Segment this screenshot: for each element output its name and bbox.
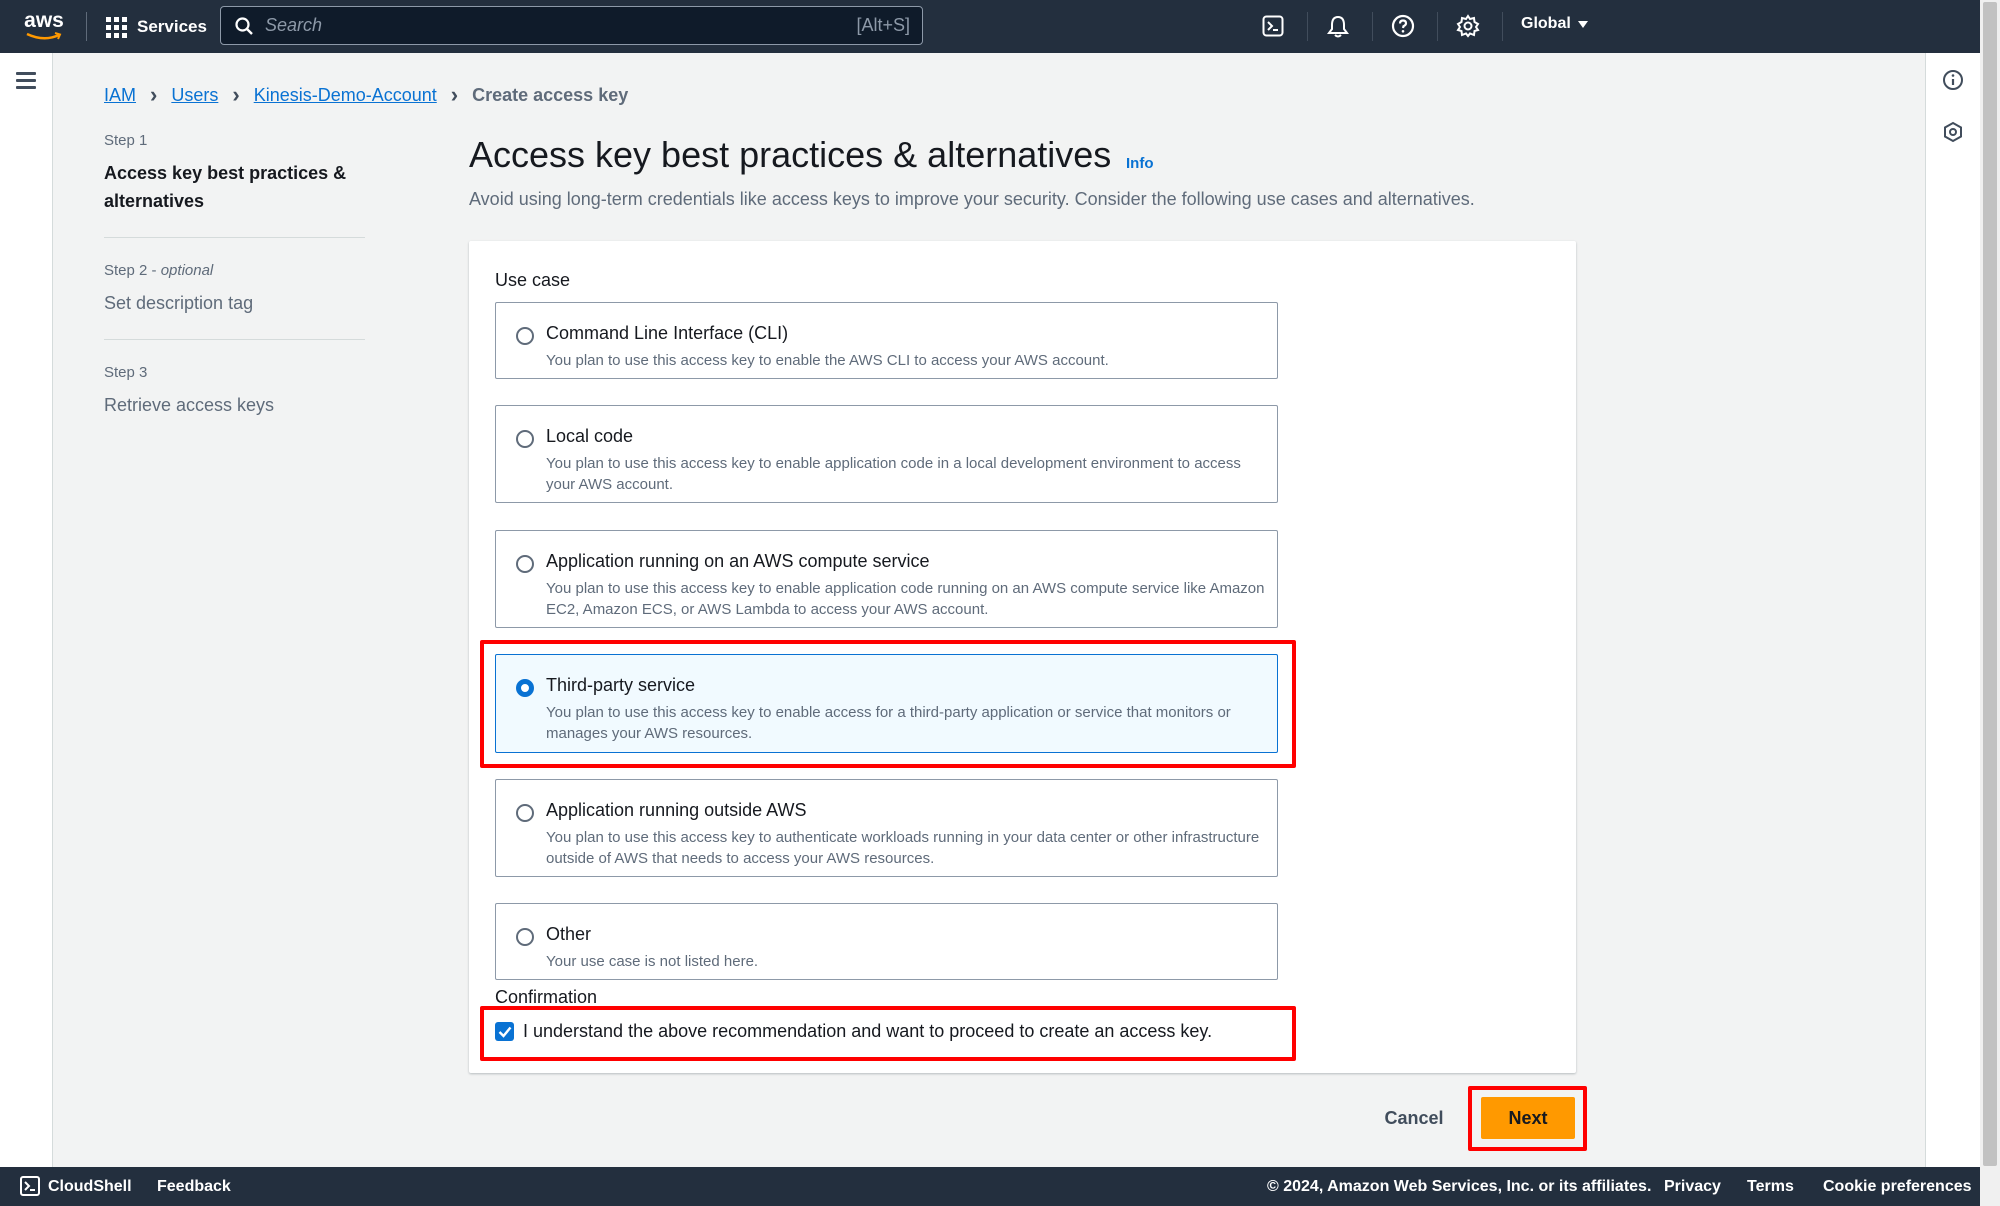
info-link[interactable]: Info: [1126, 155, 1154, 172]
cookie-preferences-link[interactable]: Cookie preferences: [1823, 1178, 1972, 1196]
use-case-option-aws-compute[interactable]: Application running on an AWS compute se…: [495, 530, 1278, 628]
option-title: Local code: [546, 426, 634, 446]
nav-divider: [86, 12, 87, 41]
privacy-link[interactable]: Privacy: [1664, 1178, 1721, 1196]
scrollbar-thumb[interactable]: [1983, 2, 1997, 1166]
aws-smile-icon: [26, 32, 62, 40]
feedback-link[interactable]: Feedback: [157, 1178, 231, 1196]
cloudshell-link[interactable]: CloudShell: [48, 1178, 132, 1196]
option-description: You plan to use this access key to authe…: [546, 829, 1260, 867]
help-icon[interactable]: [1389, 12, 1417, 40]
option-description: Your use case is not listed here.: [546, 953, 759, 970]
use-case-label: Use case: [495, 270, 571, 290]
left-navigation-rail: [0, 53, 53, 1167]
use-case-option-other[interactable]: Other Your use case is not listed here.: [495, 903, 1278, 980]
bell-icon[interactable]: [1324, 12, 1352, 40]
scrollbar[interactable]: [1980, 0, 2000, 1206]
option-title: Other: [546, 924, 592, 944]
option-description: You plan to use this access key to enabl…: [546, 455, 1241, 493]
confirmation-label: Confirmation: [495, 987, 598, 1007]
cancel-button[interactable]: Cancel: [1370, 1104, 1458, 1132]
use-case-option-local-code[interactable]: Local code You plan to use this access k…: [495, 405, 1278, 503]
copyright-text: © 2024, Amazon Web Services, Inc. or its…: [1267, 1178, 1652, 1195]
services-label: Services: [137, 17, 207, 36]
nav-divider: [1307, 12, 1308, 41]
step-label: Step 2 - optional: [104, 262, 214, 279]
hexagon-settings-icon[interactable]: [1942, 121, 1964, 143]
next-button[interactable]: Next: [1481, 1097, 1575, 1139]
step-title: Access key best practices & alternatives: [104, 163, 347, 211]
footer: CloudShell Feedback © 2024, Amazon Web S…: [0, 1167, 1980, 1206]
step-label: Step 1: [104, 132, 148, 149]
breadcrumb-current: Create access key: [472, 84, 629, 105]
option-description: You plan to use this access key to enabl…: [546, 580, 1265, 618]
option-title: Application running on an AWS compute se…: [546, 551, 930, 571]
info-circle-icon[interactable]: [1942, 69, 1964, 91]
grid-icon: [106, 16, 127, 38]
breadcrumb-link-iam[interactable]: IAM: [104, 85, 136, 106]
highlight-box-confirmation: [480, 1006, 1296, 1061]
terms-link[interactable]: Terms: [1747, 1178, 1794, 1196]
use-case-option-cli[interactable]: Command Line Interface (CLI) You plan to…: [495, 302, 1278, 379]
page-title: Access key best practices & alternatives: [469, 134, 1112, 175]
search-icon: [235, 16, 253, 35]
wizard-step-2[interactable]: Step 2 - optional Set description tag: [104, 262, 365, 340]
cloudshell-icon[interactable]: [20, 1176, 40, 1196]
services-menu-button[interactable]: Services: [106, 14, 207, 40]
nav-divider: [1372, 12, 1373, 41]
radio-button[interactable]: [516, 327, 534, 345]
step-title: Retrieve access keys: [104, 395, 275, 415]
search-shortcut: [Alt+S]: [856, 15, 910, 35]
option-title: Command Line Interface (CLI): [546, 323, 789, 343]
wizard-step-1[interactable]: Step 1 Access key best practices & alter…: [104, 132, 365, 238]
breadcrumb-link-users[interactable]: Users: [171, 85, 218, 106]
radio-button[interactable]: [516, 430, 534, 448]
caret-down-icon: [1577, 20, 1588, 28]
wizard-step-3[interactable]: Step 3 Retrieve access keys: [104, 364, 365, 441]
region-label: Global: [1521, 15, 1571, 32]
chevron-right-icon: ›: [232, 82, 240, 107]
highlight-box-third-party: [480, 640, 1296, 768]
option-title: Application running outside AWS: [546, 800, 807, 820]
nav-divider: [1437, 12, 1438, 41]
radio-button[interactable]: [516, 928, 534, 946]
hamburger-menu-icon[interactable]: [16, 72, 36, 93]
search-placeholder: Search: [265, 15, 323, 35]
chevron-right-icon: ›: [150, 82, 158, 107]
breadcrumb: IAM › Users › Kinesis-Demo-Account › Cre…: [104, 82, 628, 108]
cloudshell-icon[interactable]: [1259, 12, 1287, 40]
settings-icon[interactable]: [1454, 12, 1482, 40]
region-selector[interactable]: Global: [1521, 15, 1588, 33]
aws-logo-text: aws: [24, 9, 64, 32]
top-navigation: aws Services Search [Alt+S] Global: [0, 0, 1980, 53]
chevron-right-icon: ›: [450, 82, 459, 107]
search-input[interactable]: Search [Alt+S]: [220, 6, 923, 45]
option-description: You plan to use this access key to enabl…: [546, 352, 1109, 369]
right-tools-rail: [1925, 53, 1980, 1167]
radio-button[interactable]: [516, 804, 534, 822]
breadcrumb-link-user[interactable]: Kinesis-Demo-Account: [254, 85, 437, 106]
use-case-option-outside-aws[interactable]: Application running outside AWS You plan…: [495, 779, 1278, 877]
radio-button[interactable]: [516, 555, 534, 573]
aws-logo[interactable]: aws: [22, 10, 66, 42]
step-label: Step 3: [104, 364, 148, 381]
page-description: Avoid using long-term credentials like a…: [469, 189, 1475, 209]
step-title: Set description tag: [104, 293, 254, 313]
nav-divider: [1502, 12, 1503, 41]
wizard-steps: Step 1 Access key best practices & alter…: [104, 132, 365, 465]
